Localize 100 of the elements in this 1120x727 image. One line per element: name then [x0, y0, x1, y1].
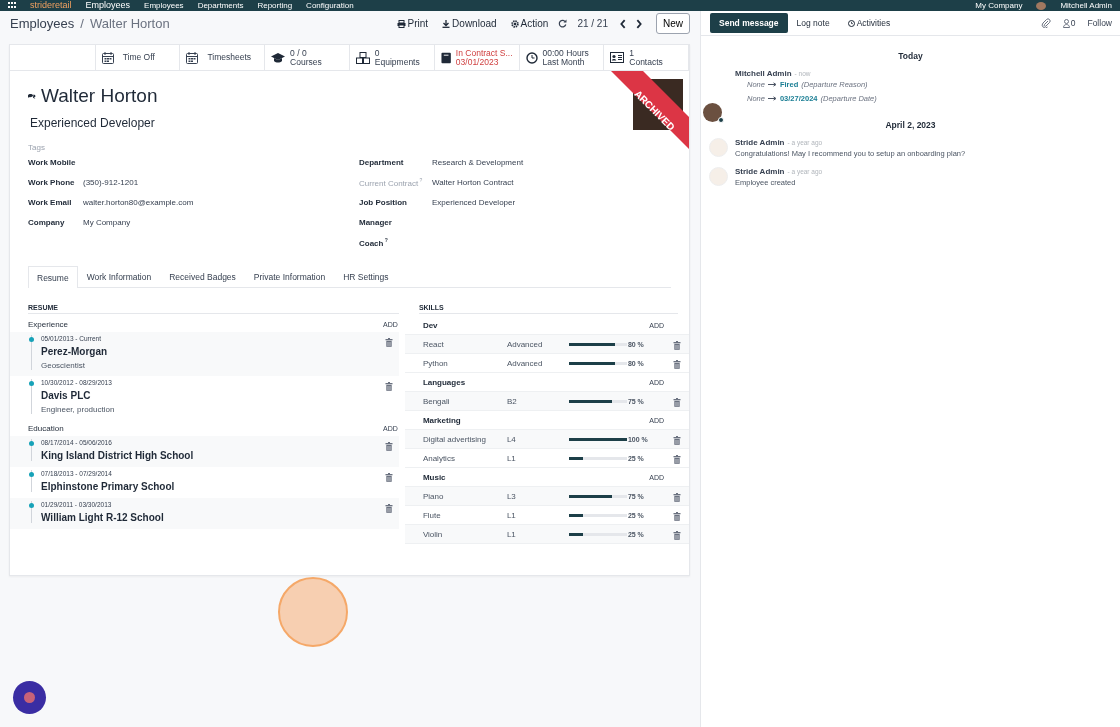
field-value[interactable]: Research & Development [432, 157, 524, 167]
breadcrumb-link[interactable]: Employees [10, 16, 75, 31]
floating-button[interactable] [13, 681, 46, 714]
activities-button[interactable]: Activities [838, 13, 900, 33]
date-separator: April 2, 2023 [884, 120, 937, 130]
trash-icon[interactable] [384, 442, 393, 451]
trash-icon[interactable] [672, 398, 681, 407]
smart-button[interactable]: Timesheets [180, 45, 266, 70]
new-button[interactable]: New [656, 13, 690, 34]
trash-icon[interactable] [672, 512, 681, 521]
field-value[interactable]: Walter Horton Contract [432, 177, 514, 187]
print-button[interactable]: Print [392, 18, 433, 29]
gear-icon [510, 19, 519, 28]
tab[interactable]: HR Settings [334, 266, 398, 287]
smart-button[interactable]: 0 Equipments [349, 45, 435, 70]
chevron-right-icon[interactable] [634, 18, 644, 29]
tab[interactable]: Received Badges [160, 266, 245, 287]
timeline-dot [29, 337, 34, 342]
resume-entry-name: King Island District High School [41, 450, 194, 461]
field-value[interactable]: (350)-912-1201 [83, 177, 139, 187]
field-label: Company [28, 217, 66, 227]
trash-icon[interactable] [384, 338, 393, 347]
skill-level: B2 [506, 396, 518, 406]
smart-button[interactable]: Time Off [95, 45, 181, 70]
field-label: Current Contract $^{?}$ [359, 176, 424, 188]
field-value[interactable]: Experienced Developer [432, 197, 516, 207]
trash-icon[interactable] [672, 493, 681, 502]
follow-button[interactable]: Follow [1087, 18, 1120, 28]
user-icon [1062, 18, 1070, 28]
user-avatar [1036, 1, 1047, 10]
refresh-icon[interactable] [558, 19, 568, 28]
breadcrumb-separator: / [80, 16, 84, 31]
trash-icon[interactable] [672, 436, 681, 445]
skill-group-title: Languages [422, 377, 466, 387]
field-value[interactable]: My Company [83, 217, 131, 227]
field-value[interactable]: walter.horton80@example.com [83, 197, 194, 207]
skill-name: Digital advertising [422, 434, 487, 444]
trash-icon[interactable] [672, 455, 681, 464]
menu-item[interactable]: Employees [144, 1, 184, 10]
skill-name: Python [422, 358, 449, 368]
followers-button[interactable]: 0 [1062, 18, 1076, 28]
skill-level: L1 [506, 453, 517, 463]
chevron-left-icon[interactable] [618, 18, 628, 29]
skill-group-title: Marketing [422, 415, 461, 425]
skill-name: Violin [422, 529, 444, 539]
trash-icon[interactable] [672, 360, 681, 369]
skill-level: Advanced [506, 358, 544, 368]
action-button[interactable]: Action [506, 18, 553, 29]
paperclip-icon[interactable] [1040, 18, 1051, 28]
app-name[interactable]: Employees [85, 1, 131, 10]
trash-icon[interactable] [384, 504, 393, 513]
resume-section-title: Experience [28, 319, 69, 329]
arrow-icon [767, 82, 777, 87]
brand-name: strideretail [30, 1, 72, 10]
skill-name: Bengali [422, 396, 451, 406]
field-label: Coach $^{?}$ [359, 236, 389, 248]
user-name[interactable]: Mitchell Admin [1060, 1, 1112, 10]
graduation-cap-icon [271, 52, 286, 63]
message-author[interactable]: Mitchell Admin [735, 69, 792, 78]
smart-button[interactable]: 00:00 Hours Last Month [519, 45, 605, 70]
timeline-dot [29, 441, 34, 446]
tab[interactable]: Work Information [77, 266, 161, 287]
field-label: Department [359, 157, 405, 167]
trash-icon[interactable] [384, 473, 393, 482]
download-button[interactable]: Download [438, 18, 501, 29]
resume-entry-name: Elphinstone Primary School [41, 481, 175, 492]
trash-icon[interactable] [672, 341, 681, 350]
timeline-dot [29, 472, 34, 477]
tab[interactable]: Private Information [244, 266, 335, 287]
menu-item[interactable]: Departments [197, 1, 244, 10]
resume-entry-description: Geoscientist [41, 361, 87, 370]
menu-item[interactable]: Reporting [257, 1, 293, 10]
message-author[interactable]: Stride Admin [735, 167, 785, 176]
trash-icon[interactable] [384, 382, 393, 391]
skill-level: Advanced [506, 339, 544, 349]
field-label: Work Email [28, 197, 73, 207]
menu-item[interactable]: Configuration [306, 1, 354, 10]
log-note-button[interactable]: Log note [787, 13, 839, 33]
message-author[interactable]: Stride Admin [735, 138, 785, 147]
menu-icon[interactable] [8, 2, 16, 9]
resume-entry-name: Davis PLC [41, 390, 92, 401]
skill-level: L4 [506, 434, 517, 444]
clock-icon [525, 51, 538, 64]
timeline-dot [29, 381, 34, 386]
breadcrumb-current: Walter Horton [89, 16, 170, 31]
skill-name: Flute [422, 510, 442, 520]
trash-icon[interactable] [672, 531, 681, 540]
avatar-placeholder [703, 103, 722, 122]
smart-button[interactable]: 0 / 0 Courses [265, 45, 350, 70]
skill-level: L1 [506, 510, 517, 520]
tab[interactable]: Resume [28, 266, 78, 288]
send-message-button[interactable]: Send message [710, 13, 788, 33]
timeline-dot [29, 503, 34, 508]
smart-button[interactable]: In Contract S... 03/01/2023 [434, 45, 520, 70]
smart-button[interactable]: 1 Contacts [604, 45, 689, 70]
company-name[interactable]: My Company [975, 1, 1023, 10]
book-icon [440, 51, 451, 64]
skill-name: React [422, 339, 445, 349]
field-label: Work Mobile [28, 157, 77, 167]
skill-name: Analytics [422, 453, 456, 463]
